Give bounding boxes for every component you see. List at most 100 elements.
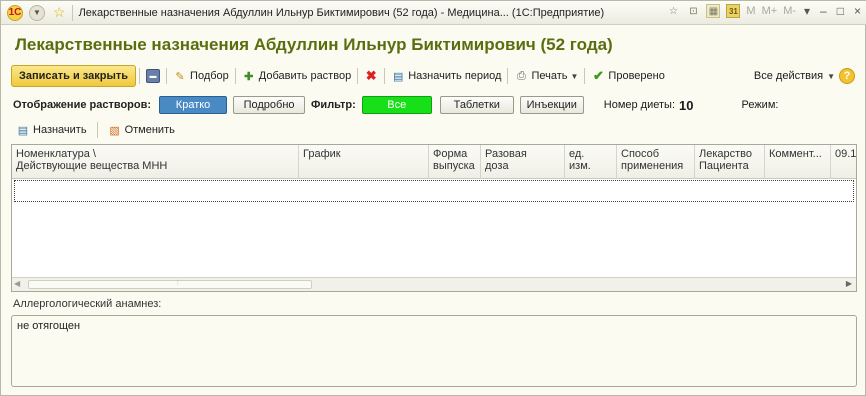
column-header-unit[interactable]: ед. изм. [565, 145, 617, 179]
display-solutions-label: Отображение растворов: [13, 99, 152, 111]
brief-toggle[interactable]: Кратко [159, 96, 228, 114]
column-header-patient-drug[interactable]: Лекарство Пациента [695, 145, 765, 179]
title-bar-tools: ☆ ⊡ ▦ 31 M M+ M- ▾ – □ × [666, 4, 863, 18]
toolbar-separator [357, 68, 359, 84]
toolbar-separator [584, 68, 586, 84]
column-header-line: ед. [569, 148, 585, 160]
cancel-assignment-button[interactable]: ▧ Отменить [105, 119, 178, 141]
column-header-comment[interactable]: Коммент... [765, 145, 831, 179]
app-logo-icon[interactable]: 1С [7, 4, 23, 21]
column-header-line: Действующие вещества МНН [16, 160, 168, 172]
assign-period-button[interactable]: ▤ Назначить период [388, 65, 504, 87]
scroll-grip-icon: ⦙ [177, 280, 179, 287]
all-actions-menu[interactable]: Все действия ▼ ? [754, 68, 855, 84]
delete-icon: ✖ [365, 68, 377, 83]
list-icon: ▤ [17, 124, 29, 137]
diet-label: Номер диеты: [603, 99, 675, 111]
column-header-line: График [303, 148, 341, 160]
add-solution-label: Добавить раствор [258, 70, 352, 82]
favorite-star-icon[interactable]: ☆ [53, 4, 66, 21]
detailed-toggle[interactable]: Подробно [233, 96, 306, 114]
help-icon[interactable]: ? [839, 68, 855, 84]
column-header-line: изм. [569, 160, 591, 172]
filter-injections-toggle[interactable]: Инъекции [519, 96, 584, 114]
all-actions-label: Все действия [753, 70, 824, 82]
mode-label: Режим: [741, 99, 779, 111]
column-header-schedule[interactable]: График [299, 145, 429, 179]
window-title: Лекарственные назначения Абдуллин Ильнур… [78, 6, 605, 19]
print-button[interactable]: ⎙ Печать ▼ [511, 65, 581, 87]
diet-value: 10 [679, 97, 694, 113]
column-header-nomenclature[interactable]: Номенклатура \ Действующие вещества МНН [12, 145, 299, 179]
cancel-doc-icon: ▧ [109, 124, 120, 137]
pick-icon: ✎ [175, 70, 185, 83]
print-label: Печать [531, 70, 568, 82]
allergy-label: Аллергологический анамнез: [13, 298, 162, 310]
assign-label: Назначить [33, 124, 87, 136]
column-header-line: выпуска [433, 160, 475, 172]
minimize-button[interactable]: – [818, 4, 829, 18]
maximize-button[interactable]: □ [835, 4, 846, 18]
horizontal-scrollbar[interactable]: ◀ ⦙ ▶ [12, 277, 856, 291]
filter-tablets-toggle[interactable]: Таблетки [439, 96, 514, 114]
pick-button[interactable]: ✎ Подбор [170, 65, 232, 87]
column-header-line: Пациента [699, 160, 749, 172]
toolbar-separator [384, 68, 386, 84]
memory-button[interactable]: M [746, 5, 755, 17]
add-solution-button[interactable]: ✚ Добавить раствор [239, 65, 354, 87]
save-button[interactable]: ▬ [143, 65, 163, 87]
column-header-method[interactable]: Способ применения [617, 145, 695, 179]
memory-minus-button[interactable]: M- [783, 5, 796, 17]
column-header-line: 09.1 [835, 148, 857, 160]
title-bar: 1С ▼ ☆ Лекарственные назначения Абдуллин… [1, 1, 866, 25]
toolbar-separator [166, 68, 168, 84]
period-icon: ▤ [392, 70, 404, 83]
prescriptions-table[interactable]: Номенклатура \ Действующие вещества МНН … [11, 144, 857, 292]
calculator-icon[interactable]: ▦ [706, 4, 721, 18]
memory-plus-button[interactable]: M+ [762, 5, 778, 17]
column-header-dose[interactable]: Разовая доза [481, 145, 565, 179]
pick-label: Подбор [190, 70, 229, 82]
allergy-field[interactable]: не отягощен [11, 315, 857, 387]
toolbar-separator [96, 122, 98, 138]
assign-button[interactable]: ▤ Назначить [13, 119, 90, 141]
delete-button[interactable]: ✖ [361, 65, 381, 87]
column-header-line: Коммент... [769, 148, 822, 160]
title-separator [71, 4, 73, 21]
app-window: 1С ▼ ☆ Лекарственные назначения Абдуллин… [0, 0, 866, 396]
dropdown-arrow-icon[interactable]: ▾ [802, 4, 812, 18]
checkmark-icon: ✔ [592, 68, 604, 83]
toolbar-separator [234, 68, 236, 84]
checked-label: Проверено [608, 70, 665, 82]
cancel-assignment-label: Отменить [124, 124, 175, 136]
checked-button[interactable]: ✔ Проверено [588, 65, 667, 87]
filter-all-toggle[interactable]: Все [361, 96, 432, 114]
assign-actions-row: ▤ Назначить ▧ Отменить [13, 121, 178, 139]
favorites-icon[interactable]: ⊡ [686, 4, 700, 18]
close-button[interactable]: × [852, 4, 863, 18]
table-header: Номенклатура \ Действующие вещества МНН … [12, 145, 856, 179]
column-header-line: Способ [621, 148, 660, 160]
column-header-date[interactable]: 09.1 [831, 145, 857, 179]
add-favorite-icon[interactable]: ☆ [666, 4, 680, 18]
toolbar-separator [139, 68, 141, 84]
column-header-line: Разовая [485, 148, 527, 160]
display-filter-row: Отображение растворов: Кратко Подробно Ф… [13, 95, 855, 115]
column-header-form[interactable]: Форма выпуска [429, 145, 481, 179]
scroll-left-icon[interactable]: ◀ [14, 279, 20, 288]
scroll-right-icon[interactable]: ▶ [846, 279, 852, 288]
main-menu-icon[interactable]: ▼ [29, 4, 45, 21]
printer-icon: ⎙ [517, 69, 526, 82]
chevron-down-icon: ▼ [827, 71, 835, 81]
column-header-line: Номенклатура \ [16, 148, 96, 160]
scrollbar-thumb[interactable]: ⦙ [28, 280, 312, 289]
table-row-empty-selected[interactable] [14, 180, 854, 202]
chevron-down-icon: ▼ [570, 71, 579, 81]
column-header-line: Форма [433, 148, 468, 160]
page-title: Лекарственные назначения Абдуллин Ильнур… [15, 35, 613, 54]
command-bar: Записать и закрыть ▬ ✎ Подбор ✚ Добавить… [11, 65, 855, 87]
calendar-icon[interactable]: 31 [726, 4, 741, 18]
add-solution-icon: ✚ [244, 70, 254, 83]
column-header-line: доза [485, 160, 509, 172]
save-and-close-button[interactable]: Записать и закрыть [11, 65, 137, 87]
